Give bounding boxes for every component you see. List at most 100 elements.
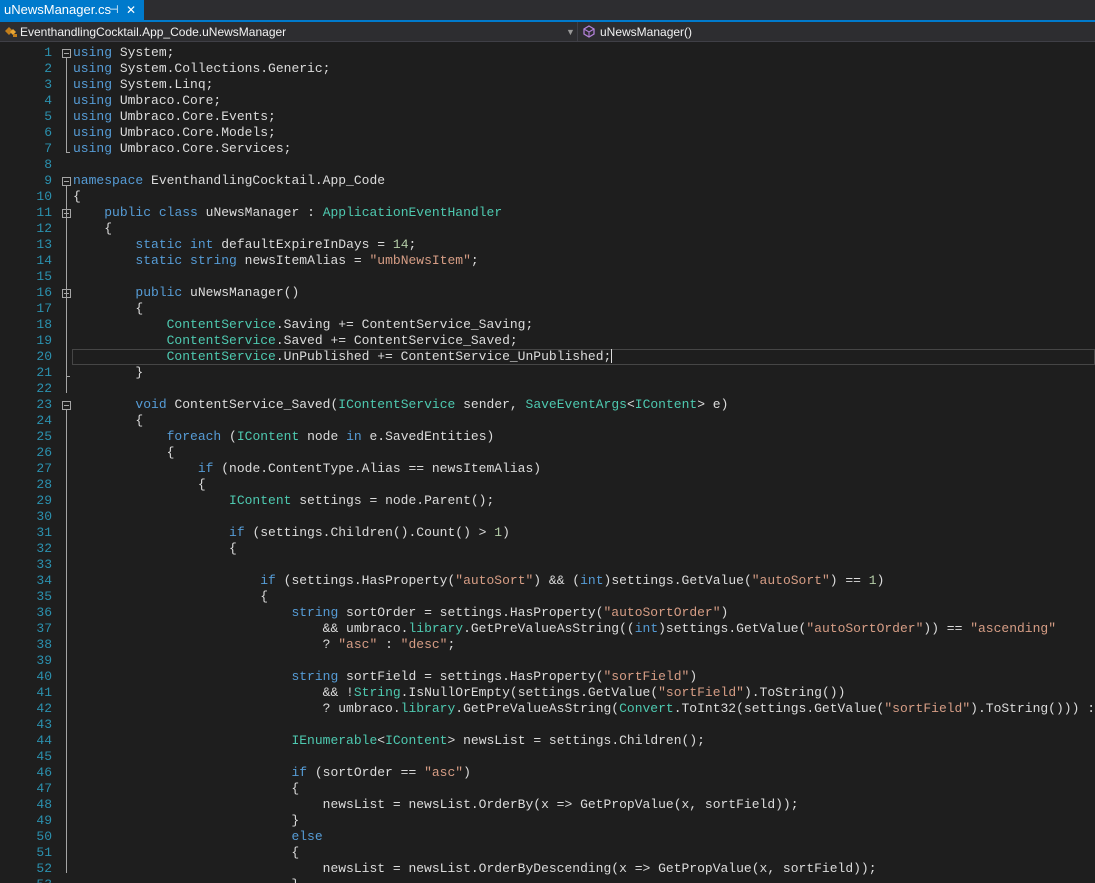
- code-line[interactable]: 4 using Umbraco.Core;: [0, 93, 1095, 109]
- code-text[interactable]: ContentService.UnPublished += ContentSer…: [73, 349, 613, 365]
- code-line[interactable]: 10 {: [0, 189, 1095, 205]
- collapse-icon[interactable]: [62, 49, 71, 58]
- code-line[interactable]: 53 }: [0, 877, 1095, 883]
- code-text[interactable]: {: [73, 589, 268, 605]
- code-line[interactable]: 7 using Umbraco.Core.Services;: [0, 141, 1095, 157]
- code-line[interactable]: 15: [0, 269, 1095, 285]
- code-line[interactable]: 42 ? umbraco.library.GetPreValueAsString…: [0, 701, 1095, 717]
- collapse-icon[interactable]: [62, 401, 71, 410]
- code-text[interactable]: using System;: [73, 45, 174, 61]
- code-text[interactable]: string sortOrder = settings.HasProperty(…: [73, 605, 728, 621]
- code-text[interactable]: }: [73, 813, 299, 829]
- code-text[interactable]: foreach (IContent node in e.SavedEntitie…: [73, 429, 495, 445]
- type-dropdown[interactable]: EventhandlingCocktail.App_Code.uNewsMana…: [0, 22, 578, 41]
- code-line[interactable]: 27 if (node.ContentType.Alias == newsIte…: [0, 461, 1095, 477]
- pin-icon[interactable]: ⊣: [109, 0, 119, 20]
- code-text[interactable]: IEnumerable<IContent> newsList = setting…: [73, 733, 705, 749]
- code-line[interactable]: 6 using Umbraco.Core.Models;: [0, 125, 1095, 141]
- code-editor[interactable]: 1 using System; 2 using System.Collections.…: [0, 42, 1095, 883]
- code-text[interactable]: newsList = newsList.OrderBy(x => GetProp…: [73, 797, 799, 813]
- code-text[interactable]: {: [73, 221, 112, 237]
- code-text[interactable]: {: [73, 413, 143, 429]
- code-line[interactable]: 35 {: [0, 589, 1095, 605]
- code-line[interactable]: 18 ContentService.Saving += ContentServi…: [0, 317, 1095, 333]
- code-text[interactable]: ? umbraco.library.GetPreValueAsString(Co…: [73, 701, 1095, 717]
- code-text[interactable]: if (node.ContentType.Alias == newsItemAl…: [73, 461, 541, 477]
- code-text[interactable]: newsList = newsList.OrderByDescending(x …: [73, 861, 877, 877]
- code-text[interactable]: {: [73, 445, 175, 461]
- code-text[interactable]: if (settings.HasProperty("autoSort") && …: [73, 573, 884, 589]
- code-line[interactable]: 36 string sortOrder = settings.HasProper…: [0, 605, 1095, 621]
- code-line[interactable]: 40 string sortField = settings.HasProper…: [0, 669, 1095, 685]
- collapse-icon[interactable]: [62, 177, 71, 186]
- code-line[interactable]: 16 public uNewsManager(): [0, 285, 1095, 301]
- code-line[interactable]: 28 {: [0, 477, 1095, 493]
- code-line[interactable]: 43: [0, 717, 1095, 733]
- code-text[interactable]: ContentService.Saved += ContentService_S…: [73, 333, 518, 349]
- code-line[interactable]: 25 foreach (IContent node in e.SavedEnti…: [0, 429, 1095, 445]
- code-line[interactable]: 38 ? "asc" : "desc";: [0, 637, 1095, 653]
- code-line[interactable]: 24 {: [0, 413, 1095, 429]
- code-line[interactable]: 26 {: [0, 445, 1095, 461]
- code-text[interactable]: public class uNewsManager : ApplicationE…: [73, 205, 502, 221]
- code-text[interactable]: if (sortOrder == "asc"): [73, 765, 470, 781]
- code-line[interactable]: 19 ContentService.Saved += ContentServic…: [0, 333, 1095, 349]
- code-line[interactable]: 33: [0, 557, 1095, 573]
- code-text[interactable]: using Umbraco.Core.Events;: [73, 109, 276, 125]
- code-text[interactable]: ContentService.Saving += ContentService_…: [73, 317, 534, 333]
- code-line[interactable]: 32 {: [0, 541, 1095, 557]
- code-text[interactable]: string sortField = settings.HasProperty(…: [73, 669, 697, 685]
- code-line[interactable]: 37 && umbraco.library.GetPreValueAsStrin…: [0, 621, 1095, 637]
- code-text[interactable]: if (settings.Children().Count() > 1): [73, 525, 510, 541]
- code-line[interactable]: 30: [0, 509, 1095, 525]
- code-line[interactable]: 14 static string newsItemAlias = "umbNew…: [0, 253, 1095, 269]
- code-text[interactable]: void ContentService_Saved(IContentServic…: [73, 397, 728, 413]
- code-text[interactable]: }: [73, 877, 299, 883]
- code-line[interactable]: 3 using System.Linq;: [0, 77, 1095, 93]
- code-line[interactable]: 44 IEnumerable<IContent> newsList = sett…: [0, 733, 1095, 749]
- code-line[interactable]: 49 }: [0, 813, 1095, 829]
- code-text[interactable]: namespace EventhandlingCocktail.App_Code: [73, 173, 385, 189]
- code-line[interactable]: 5 using Umbraco.Core.Events;: [0, 109, 1095, 125]
- code-text[interactable]: {: [73, 477, 206, 493]
- code-text[interactable]: else: [73, 829, 322, 845]
- collapse-icon[interactable]: [62, 289, 71, 298]
- code-line[interactable]: 51 {: [0, 845, 1095, 861]
- code-line[interactable]: 21 }: [0, 365, 1095, 381]
- code-line[interactable]: 22: [0, 381, 1095, 397]
- code-text[interactable]: IContent settings = node.Parent();: [73, 493, 494, 509]
- code-line[interactable]: 34 if (settings.HasProperty("autoSort") …: [0, 573, 1095, 589]
- code-line[interactable]: 50 else: [0, 829, 1095, 845]
- code-line[interactable]: 20 ContentService.UnPublished += Content…: [0, 349, 1095, 365]
- code-line[interactable]: 12 {: [0, 221, 1095, 237]
- code-line[interactable]: 41 && !String.IsNullOrEmpty(settings.Get…: [0, 685, 1095, 701]
- code-text[interactable]: static string newsItemAlias = "umbNewsIt…: [73, 253, 478, 269]
- code-text[interactable]: {: [73, 189, 81, 205]
- code-line[interactable]: 1 using System;: [0, 45, 1095, 61]
- code-line[interactable]: 23 void ContentService_Saved(IContentSer…: [0, 397, 1095, 413]
- code-text[interactable]: && umbraco.library.GetPreValueAsString((…: [73, 621, 1056, 637]
- code-text[interactable]: using Umbraco.Core.Services;: [73, 141, 291, 157]
- code-line[interactable]: 46 if (sortOrder == "asc"): [0, 765, 1095, 781]
- code-line[interactable]: 31 if (settings.Children().Count() > 1): [0, 525, 1095, 541]
- code-text[interactable]: {: [73, 541, 237, 557]
- code-line[interactable]: 45: [0, 749, 1095, 765]
- code-text[interactable]: {: [73, 845, 299, 861]
- code-text[interactable]: using System.Collections.Generic;: [73, 61, 330, 77]
- code-text[interactable]: {: [73, 781, 299, 797]
- close-icon[interactable]: ✕: [126, 0, 136, 20]
- code-text[interactable]: ? "asc" : "desc";: [73, 637, 456, 653]
- member-dropdown[interactable]: uNewsManager(): [580, 22, 1095, 41]
- code-text[interactable]: public uNewsManager(): [73, 285, 299, 301]
- code-line[interactable]: 52 newsList = newsList.OrderByDescending…: [0, 861, 1095, 877]
- code-line[interactable]: 48 newsList = newsList.OrderBy(x => GetP…: [0, 797, 1095, 813]
- code-line[interactable]: 2 using System.Collections.Generic;: [0, 61, 1095, 77]
- code-line[interactable]: 8: [0, 157, 1095, 173]
- code-text[interactable]: }: [73, 365, 143, 381]
- code-text[interactable]: using Umbraco.Core.Models;: [73, 125, 276, 141]
- collapse-icon[interactable]: [62, 209, 71, 218]
- tab-unewsmanager-cs[interactable]: uNewsManager.cs ⊣ ✕: [0, 0, 144, 20]
- code-line[interactable]: 13 static int defaultExpireInDays = 14;: [0, 237, 1095, 253]
- code-line[interactable]: 29 IContent settings = node.Parent();: [0, 493, 1095, 509]
- code-text[interactable]: static int defaultExpireInDays = 14;: [73, 237, 416, 253]
